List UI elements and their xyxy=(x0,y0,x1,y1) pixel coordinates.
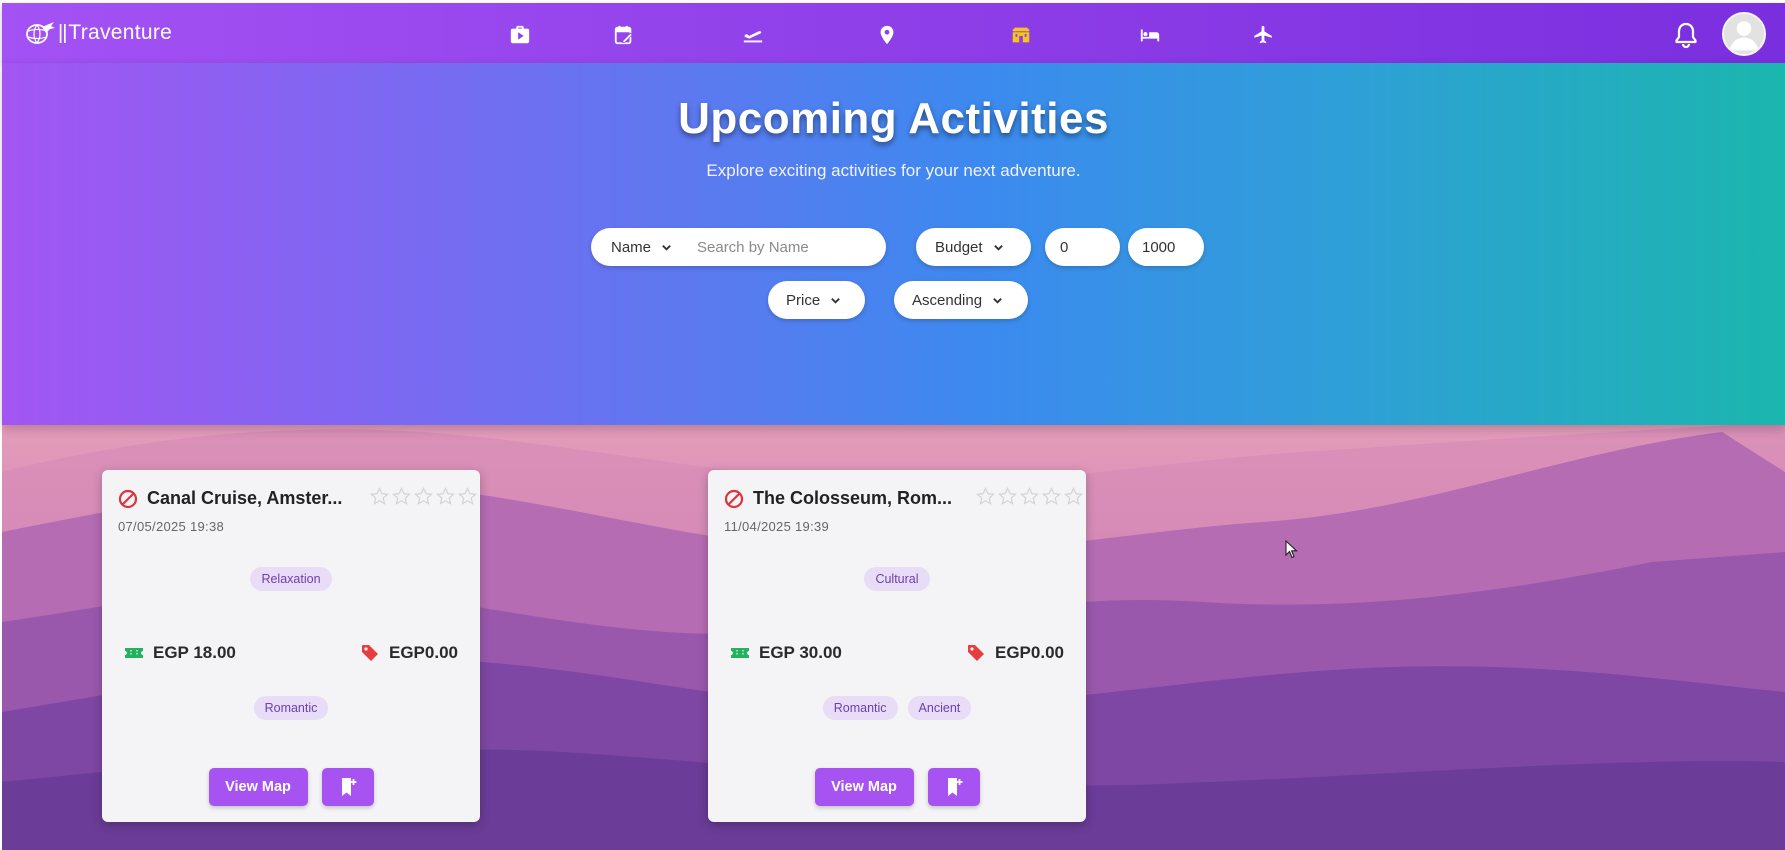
hero-banner: Upcoming Activities Explore exciting act… xyxy=(2,63,1785,425)
price-value: EGP 30.00 xyxy=(759,643,842,662)
sort-field-select[interactable]: Price xyxy=(768,281,865,319)
search-input[interactable] xyxy=(697,238,877,256)
min-budget-value: 0 xyxy=(1060,238,1069,256)
top-navbar: || Traventure xyxy=(2,3,1785,63)
star-icon[interactable] xyxy=(1064,487,1083,506)
airplane-icon[interactable] xyxy=(1251,23,1275,47)
bookmark-add-button[interactable] xyxy=(927,768,980,806)
card-date: 11/04/2025 19:39 xyxy=(724,519,830,534)
globe-plane-icon xyxy=(26,22,55,44)
sort-order-select[interactable]: Ascending xyxy=(894,281,1028,319)
rating-stars[interactable] xyxy=(370,487,477,506)
brand-name: Traventure xyxy=(68,21,173,44)
sort-field-value: Price xyxy=(786,291,821,309)
discount-price: EGP0.00 xyxy=(966,643,1064,663)
category-tag: Cultural xyxy=(864,567,930,591)
star-icon[interactable] xyxy=(1020,487,1039,506)
price-tag-icon xyxy=(968,645,984,661)
ban-icon xyxy=(724,489,744,508)
calendar-edit-icon[interactable] xyxy=(612,23,636,47)
chevron-down-icon xyxy=(662,244,671,251)
view-map-button[interactable]: View Map xyxy=(814,768,914,806)
tag-chip: Romantic xyxy=(822,696,898,720)
activity-card: The Colosseum, Rom... 11/04/2025 19:39 C… xyxy=(708,470,1086,822)
ticket-price: EGP 18.00 xyxy=(124,643,236,663)
max-budget-input[interactable]: 1000 xyxy=(1128,228,1204,266)
bookmark-add-icon xyxy=(341,778,356,796)
plane-departure-icon[interactable] xyxy=(741,23,765,47)
page-title: Upcoming Activities xyxy=(678,94,1109,143)
sort-order-value: Ascending xyxy=(912,291,983,309)
star-icon[interactable] xyxy=(1042,487,1061,506)
star-icon[interactable] xyxy=(458,487,477,506)
tag-chip: Romantic xyxy=(253,696,329,720)
price-tag-icon xyxy=(362,645,378,661)
price-row: EGP 18.00 EGP0.00 xyxy=(124,643,458,663)
category-tag: Relaxation xyxy=(250,567,332,591)
bookmark-add-icon xyxy=(947,778,962,796)
brand-logo[interactable]: || Traventure xyxy=(24,20,172,46)
card-title: The Colosseum, Rom... xyxy=(753,488,953,508)
price-value: EGP 18.00 xyxy=(153,643,236,662)
card-title: Canal Cruise, Amster... xyxy=(147,488,343,508)
chevron-down-icon xyxy=(993,244,1003,251)
star-icon[interactable] xyxy=(370,487,389,506)
card-actions: View Map xyxy=(708,768,1086,806)
ban-icon xyxy=(118,489,138,508)
star-icon[interactable] xyxy=(414,487,433,506)
discount-value: EGP0.00 xyxy=(389,643,458,662)
discount-value: EGP0.00 xyxy=(995,643,1064,662)
chevron-down-icon xyxy=(993,297,1002,304)
activity-tags: Romantic xyxy=(102,696,480,720)
star-icon[interactable] xyxy=(976,487,995,506)
user-avatar[interactable] xyxy=(1722,12,1766,56)
category-tags: Relaxation xyxy=(102,567,480,591)
mouse-cursor-icon xyxy=(1285,540,1298,559)
star-icon[interactable] xyxy=(998,487,1017,506)
card-date: 07/05/2025 19:38 xyxy=(118,519,225,534)
user-avatar-icon xyxy=(1724,14,1764,54)
activity-tags: Romantic Ancient xyxy=(708,696,1086,720)
rating-stars[interactable] xyxy=(976,487,1083,506)
budget-select[interactable]: Budget xyxy=(916,228,1031,266)
briefcase-icon[interactable] xyxy=(508,23,532,47)
activity-card: Canal Cruise, Amster... 07/05/2025 19:38… xyxy=(102,470,480,822)
ticket-price: EGP 30.00 xyxy=(730,643,842,663)
ticket-icon xyxy=(125,648,143,658)
price-row: EGP 30.00 EGP0.00 xyxy=(730,643,1064,663)
museum-icon[interactable] xyxy=(1009,23,1033,47)
category-tags: Cultural xyxy=(708,567,1086,591)
location-pin-icon[interactable] xyxy=(875,23,899,47)
view-map-button[interactable]: View Map xyxy=(208,768,308,806)
page-subtitle: Explore exciting activities for your nex… xyxy=(706,161,1081,180)
search-bar: Name xyxy=(591,228,886,266)
discount-price: EGP0.00 xyxy=(360,643,458,663)
search-field-select[interactable]: Name xyxy=(611,239,697,256)
ticket-icon xyxy=(731,648,749,658)
star-icon[interactable] xyxy=(436,487,455,506)
bookmark-add-button[interactable] xyxy=(321,768,374,806)
card-actions: View Map xyxy=(102,768,480,806)
tag-chip: Ancient xyxy=(907,696,972,720)
brand-bars: || xyxy=(58,21,67,44)
budget-label: Budget xyxy=(935,238,983,256)
chevron-down-icon xyxy=(831,297,841,304)
bed-icon[interactable] xyxy=(1138,23,1162,47)
bell-icon[interactable] xyxy=(1672,21,1700,49)
min-budget-input[interactable]: 0 xyxy=(1045,228,1120,266)
star-icon[interactable] xyxy=(392,487,411,506)
max-budget-value: 1000 xyxy=(1142,238,1176,256)
search-field-value: Name xyxy=(611,238,652,256)
